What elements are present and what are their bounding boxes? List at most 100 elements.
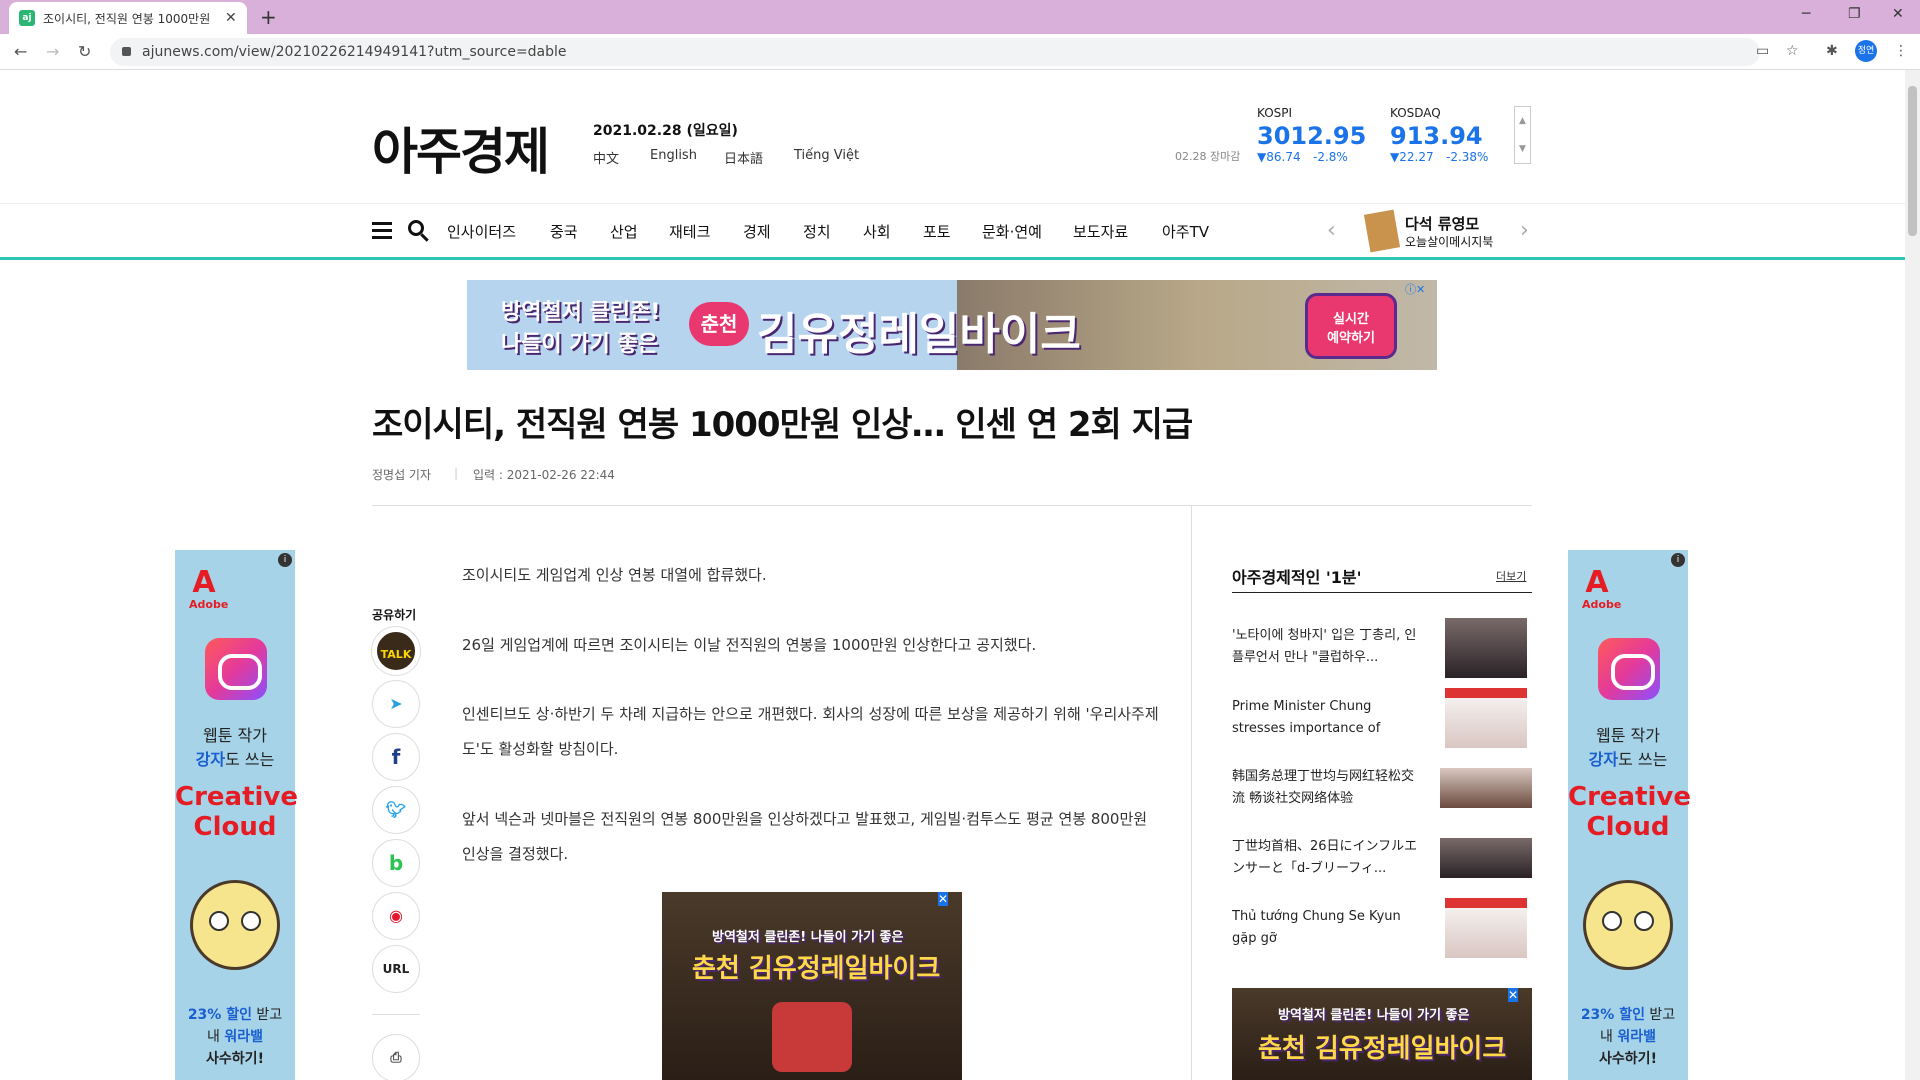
back-icon[interactable]: ← bbox=[14, 42, 27, 61]
extensions-icon[interactable]: ✱ bbox=[1826, 43, 1838, 59]
nav-china[interactable]: 중국 bbox=[550, 221, 578, 242]
close-tab-icon[interactable]: ✕ bbox=[225, 10, 237, 26]
sidebar-thumb[interactable] bbox=[1445, 898, 1527, 958]
article-paragraph: 앞서 넥슨과 넷마블은 전직원의 연봉 800만원을 인상하겠다고 발표했고, … bbox=[462, 810, 1148, 863]
ad-promo2: 내 워라밸 bbox=[1568, 1026, 1688, 1046]
lang-english-link[interactable]: English bbox=[650, 148, 697, 163]
ad-promo1-rest: 받고 bbox=[251, 1007, 283, 1023]
ad-promo2-prefix: 내 bbox=[207, 1029, 225, 1045]
right-side-ad[interactable]: i A Adobe 웹툰 작가 강자도 쓰는 Creative Cloud 23%… bbox=[1568, 550, 1692, 1080]
ad-close-icon[interactable]: ✕ bbox=[938, 892, 949, 906]
nav-society[interactable]: 사회 bbox=[863, 221, 891, 242]
top-ad-badge: 춘천 bbox=[689, 302, 749, 346]
inline-ad-top: 방역철저 클린존! 나들이 가기 좋은 bbox=[712, 930, 904, 945]
lang-japanese-link[interactable]: 日本語 bbox=[724, 148, 763, 167]
nav-politics[interactable]: 정치 bbox=[803, 221, 831, 242]
header-date: 2021.02.28 (일요일) bbox=[593, 123, 738, 139]
address-bar-row: ← → ↻ ajunews.com/view/20210226214949141… bbox=[0, 34, 1920, 70]
market-up-icon[interactable]: ▲ bbox=[1515, 107, 1530, 135]
ad-close-icon[interactable]: ✕ bbox=[1508, 988, 1519, 1002]
twitter-share-icon[interactable]: 🐦︎ bbox=[372, 786, 420, 834]
nav-culture[interactable]: 문화·연예 bbox=[982, 221, 1042, 242]
top-ad-line2: 나들이 가기 좋은 bbox=[501, 332, 658, 357]
forward-icon[interactable]: → bbox=[46, 42, 59, 61]
prev-arrow-icon[interactable]: ‹ bbox=[1327, 218, 1336, 243]
ad-product1: Creative bbox=[175, 782, 299, 812]
ad-line2-highlight: 강자 bbox=[195, 750, 226, 769]
restore-icon[interactable]: ❐ bbox=[1848, 6, 1861, 22]
scrollbar-thumb[interactable] bbox=[1908, 86, 1917, 236]
hamburger-menu-icon[interactable] bbox=[372, 222, 392, 243]
site-logo[interactable]: 아주경제 bbox=[372, 112, 550, 184]
top-ad-cta[interactable]: 실시간 예약하기 bbox=[1305, 293, 1397, 359]
book-cover-image[interactable] bbox=[1363, 209, 1401, 253]
next-arrow-icon[interactable]: › bbox=[1520, 218, 1529, 243]
nav-finance[interactable]: 재테크 bbox=[669, 221, 710, 242]
sidebar-item[interactable]: '노타이에 청바지' 입은 丁총리, 인플루언서 만나 "클럽하우... bbox=[1232, 625, 1422, 669]
minimize-icon[interactable]: ─ bbox=[1802, 6, 1810, 22]
nav-accent-line bbox=[0, 257, 1905, 260]
sidebar-ad[interactable]: 방역철저 클린존! 나들이 가기 좋은 춘천 김유정레일바이크 ✕ bbox=[1232, 988, 1532, 1080]
nav-press[interactable]: 보도자료 bbox=[1073, 221, 1128, 242]
copy-url-button[interactable]: URL bbox=[372, 945, 420, 993]
sidebar-item[interactable]: 丁世均首相、26日にインフルエンサーと「d-ブリーフィ... bbox=[1232, 836, 1422, 880]
sidebar-thumb[interactable] bbox=[1445, 618, 1527, 678]
share-divider bbox=[372, 1014, 420, 1015]
kospi-label: KOSPI bbox=[1257, 106, 1293, 120]
ad-line2: 강자도 쓰는 bbox=[175, 746, 295, 770]
lang-vietnamese-link[interactable]: Tiếng Việt bbox=[794, 148, 859, 163]
byline-divider: | bbox=[454, 466, 459, 480]
band-share-icon[interactable]: b bbox=[372, 839, 420, 887]
weibo-share-icon[interactable]: ◉ bbox=[372, 892, 420, 940]
telegram-share-icon[interactable]: ➤ bbox=[372, 680, 420, 728]
lang-chinese-link[interactable]: 中文 bbox=[593, 148, 619, 167]
ad-promo1: 23% 할인 받고 bbox=[175, 1004, 295, 1024]
sidebar-ad-main: 춘천 김유정레일바이크 bbox=[1258, 1034, 1507, 1064]
nav-ajutv[interactable]: 아주TV bbox=[1162, 221, 1209, 242]
nav-insighters[interactable]: 인사이터즈 bbox=[447, 221, 516, 242]
kospi-change: ▼86.74 bbox=[1257, 150, 1301, 164]
sidebar-thumb[interactable] bbox=[1440, 768, 1532, 808]
cast-icon[interactable]: ▭ bbox=[1756, 43, 1769, 59]
mascot-image bbox=[1583, 880, 1673, 970]
kospi-value[interactable]: 3012.95 bbox=[1257, 122, 1366, 150]
nav-economy[interactable]: 경제 bbox=[743, 221, 771, 242]
reload-icon[interactable]: ↻ bbox=[78, 42, 91, 61]
market-down-icon[interactable]: ▼ bbox=[1515, 135, 1530, 163]
sidebar-thumb[interactable] bbox=[1440, 838, 1532, 878]
top-ad-banner[interactable]: 방역철저 클린존! 나들이 가기 좋은 춘천 김유정레일바이크 실시간 예약하기… bbox=[467, 280, 1437, 370]
kakaotalk-share-button[interactable]: TALK bbox=[372, 627, 420, 675]
sidebar-more-link[interactable]: 더보기 bbox=[1496, 568, 1526, 584]
browser-menu-icon[interactable]: ⋮ bbox=[1894, 43, 1908, 59]
kosdaq-value[interactable]: 913.94 bbox=[1390, 122, 1483, 150]
ad-product1: Creative bbox=[1568, 782, 1692, 812]
close-window-icon[interactable]: ✕ bbox=[1892, 6, 1904, 22]
ad-info-icon[interactable]: i bbox=[278, 553, 292, 567]
ad-promo1-highlight: 23% 할인 bbox=[187, 1007, 252, 1023]
search-icon[interactable] bbox=[408, 220, 424, 236]
ad-choices-icon[interactable]: ⓘ✕ bbox=[1405, 281, 1425, 297]
article-paragraph: 조이시티도 게임업계 인상 연봉 대열에 합류했다. bbox=[462, 566, 767, 584]
sidebar-item[interactable]: Thủ tướng Chung Se Kyun gặp gỡ influence… bbox=[1232, 906, 1422, 950]
reporter-name[interactable]: 정명섭 기자 bbox=[372, 466, 431, 483]
sidebar-item[interactable]: Prime Minister Chung stresses importance… bbox=[1232, 696, 1422, 740]
bookmark-star-icon[interactable]: ☆ bbox=[1786, 43, 1799, 59]
ad-info-icon[interactable]: i bbox=[1671, 553, 1685, 567]
page-scrollbar[interactable] bbox=[1905, 70, 1920, 1080]
url-field[interactable]: ajunews.com/view/20210226214949141?utm_s… bbox=[110, 38, 1760, 66]
left-side-ad[interactable]: i A Adobe 웹툰 작가 강자도 쓰는 Creative Cloud 23%… bbox=[175, 550, 299, 1080]
browser-tab[interactable]: aj 조이시티, 전직원 연봉 1000만원 ✕ bbox=[9, 2, 247, 34]
lock-icon[interactable] bbox=[122, 47, 131, 56]
print-icon[interactable]: ⎙ bbox=[372, 1034, 420, 1080]
facebook-share-icon[interactable]: f bbox=[372, 733, 420, 781]
sidebar-item[interactable]: 韩国务总理丁世均与网红轻松交流 畅谈社交网络体验 bbox=[1232, 766, 1422, 810]
new-tab-icon[interactable]: + bbox=[260, 5, 277, 29]
profile-avatar[interactable]: 정연 bbox=[1855, 40, 1877, 62]
sidebar-thumb[interactable] bbox=[1445, 688, 1527, 748]
ad-line1: 웹툰 작가 bbox=[203, 726, 267, 745]
nav-industry[interactable]: 산업 bbox=[610, 221, 638, 242]
ad-line2: 강자도 쓰는 bbox=[1568, 746, 1688, 770]
book-title[interactable]: 다석 류영모 bbox=[1405, 213, 1479, 234]
inline-ad[interactable]: 방역철저 클린존! 나들이 가기 좋은 춘천 김유정레일바이크 ✕ bbox=[662, 892, 962, 1080]
nav-photo[interactable]: 포토 bbox=[923, 221, 951, 242]
